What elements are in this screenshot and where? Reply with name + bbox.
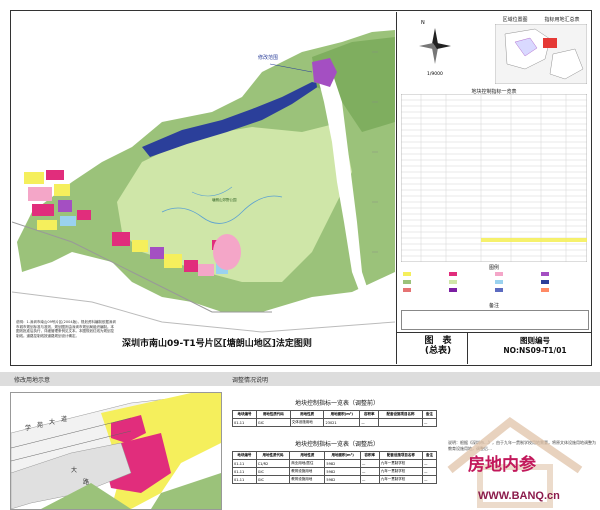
location-map (495, 24, 587, 84)
table-before: 地块编号 用地性质代码 用地性质 用地面积(m²) 容积率 配套设施项目名称 备… (232, 410, 438, 427)
inset-road-label-4: 道 (61, 416, 68, 423)
chart-label-line1: 图 表 (424, 336, 452, 346)
table-row: 01-11 GIC 教育设施用地 5982 — 九年一贯制学校 — (232, 467, 437, 476)
bottom-tab-bar (0, 372, 600, 386)
park-label: 塘朗山郊野公园 (212, 198, 237, 202)
map-notes: 说明：1.深圳市南山09号片区(2004版)，规划资料编制依据深圳市城市规划标准… (16, 320, 116, 338)
map-title: 深圳市南山09-T1号片区[塘朗山地区]法定图则 (122, 339, 312, 349)
th-area: 用地面积(m²) (323, 410, 361, 419)
table-row: 01-11 GIC 教育设施用地 5982 — 九年一贯制学校 — (232, 475, 437, 484)
map-svg (12, 12, 395, 364)
tab-adjustment-notes[interactable]: 调整情况说明 (232, 375, 268, 384)
annotation-label: 修改范围 (258, 55, 279, 61)
index-map-title: 指标用地汇总表 (544, 17, 580, 23)
table-after: 地块编号 用地性质代码 用地性质 用地面积(m²) 容积率 配套设施项目名称 备… (232, 451, 437, 484)
scale-label: 1/9000 (427, 72, 443, 77)
th-remarks: 备注 (421, 410, 438, 419)
inset-area-label-1: 大 (71, 467, 78, 474)
chart-label-line2: (总表) (424, 346, 452, 356)
table-after-title: 地块控制指标一览表（调整后） (294, 441, 379, 448)
north-arrow-icon (419, 28, 451, 64)
th-facility: 配套设施项目名称 (378, 410, 423, 419)
inset-map[interactable]: 学 苑 大 道 大 路 (10, 392, 222, 510)
watermark-url: WWW.BANQ.cn (478, 490, 560, 502)
inset-road-label-3: 大 (49, 419, 56, 426)
watermark-text: 房地内参 (468, 455, 536, 475)
th-code: 用地性质代码 (255, 410, 291, 419)
north-label: N (421, 20, 425, 26)
remarks-box (401, 310, 589, 330)
table-row: 01-11 C1/R2 商业用地/居住 5982 — 九年一贯制学校 — (232, 459, 437, 468)
side-panel: N 1/9000 区域位置图 指标用地汇总表 地块控制指标一览表 图例 备注 (396, 12, 591, 364)
drawing-no: NO:NS09-T1/01 (503, 346, 567, 355)
pink-zone (213, 234, 241, 270)
legend (403, 272, 549, 292)
inset-road-label-2: 苑 (37, 422, 44, 429)
tab-modified-land[interactable]: 修改用地示意 (14, 375, 50, 384)
th-landuse: 用地性质 (289, 410, 325, 419)
inset-road-label-1: 学 (25, 425, 32, 432)
drawing-number-block: 图则编号 NO:NS09-T1/01 (490, 336, 580, 356)
adjustment-tables: 地块控制指标一览表（调整前） 地块编号 用地性质代码 用地性质 用地面积(m²)… (232, 392, 442, 510)
location-map-title: 区域位置图 (502, 17, 528, 23)
th-plot-id: 地块编号 (232, 410, 257, 419)
plot-table (401, 94, 587, 262)
table-before-title: 地块控制指标一览表（调整前） (294, 400, 379, 407)
chart-label: 图 表 (总表) (418, 336, 458, 356)
table-row: 01-11 GIC 文体设施用地 23021 — — (232, 418, 438, 427)
th-far: 容积率 (359, 410, 380, 419)
inset-map-svg (11, 393, 221, 509)
inset-area-label-2: 路 (83, 479, 90, 486)
remarks-title: 备注 (488, 303, 499, 309)
zoning-map[interactable]: 修改范围 塘朗山郊野公园 (12, 12, 395, 364)
drawing-no-label: 图则编号 (520, 336, 550, 345)
